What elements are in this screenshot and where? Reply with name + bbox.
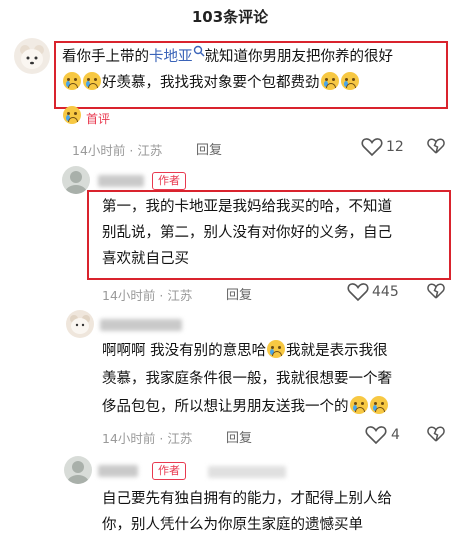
bear-avatar-icon <box>70 315 90 334</box>
comment-text: 侈品包包，所以想让男朋友送我一个的 <box>102 394 389 420</box>
heart-icon[interactable] <box>347 282 369 302</box>
user-avatar-icon <box>65 171 87 194</box>
reply-button[interactable]: 回复 <box>196 139 222 158</box>
reply-button[interactable]: 回复 <box>226 284 252 303</box>
dislike-icon[interactable] <box>427 282 445 300</box>
comments-title: 103条评论 <box>191 8 269 26</box>
comment-time-location: 14小时前 · 江苏 <box>102 288 193 303</box>
bear-avatar-icon <box>20 45 44 69</box>
crying-emoji-icon <box>369 396 388 414</box>
comment-text-part: 好羡慕，我找我对象要个包都费劲 <box>102 75 320 91</box>
comment-text-part: 我就是表示我很 <box>286 343 388 359</box>
comment-text-part: 就知道你男朋友把你养的很好 <box>204 49 394 65</box>
username-blurred[interactable] <box>98 175 144 187</box>
crying-emoji-icon <box>63 106 81 124</box>
heart-icon[interactable] <box>361 137 383 157</box>
first-comment-badge: 首评 <box>86 112 111 126</box>
crying-emoji-icon <box>63 72 81 90</box>
avatar[interactable] <box>14 38 50 74</box>
avatar[interactable] <box>66 310 94 338</box>
comment-text: 自己要先有独自拥有的能力，才配得上别人给 <box>102 491 392 507</box>
username-blurred-extra <box>208 466 286 478</box>
username-blurred[interactable] <box>98 465 138 477</box>
like-count: 445 <box>372 284 399 300</box>
heart-icon[interactable] <box>365 425 387 445</box>
comment-text: 羡慕，我家庭条件很一般，我就很想要一个奢 <box>102 371 392 387</box>
avatar[interactable] <box>64 456 92 484</box>
comment-text: 别乱说，第二，别人没有对你好的义务，自己 <box>102 225 392 241</box>
crying-emoji-icon <box>83 72 101 90</box>
author-badge: 作者 <box>152 462 186 480</box>
user-avatar-icon <box>67 461 89 484</box>
comment-text: 啊啊啊 我没有别的意思哈 我就是表示我很 <box>102 338 388 364</box>
crying-emoji-icon <box>349 396 368 414</box>
dislike-icon[interactable] <box>427 425 445 443</box>
author-badge: 作者 <box>152 172 186 190</box>
comment-time-location: 14小时前 · 江苏 <box>102 431 193 446</box>
comment-text: 喜欢就自己买 <box>102 251 189 267</box>
crying-emoji-icon <box>320 72 339 90</box>
username-blurred[interactable] <box>100 319 182 331</box>
reply-button[interactable]: 回复 <box>226 427 252 446</box>
avatar[interactable] <box>62 166 90 194</box>
dislike-icon[interactable] <box>427 137 445 155</box>
comment-text-part: 侈品包包，所以想让男朋友送我一个的 <box>102 399 349 415</box>
comment-emoji-line <box>62 104 82 130</box>
crying-emoji-icon <box>340 72 359 90</box>
like-count: 12 <box>386 139 404 155</box>
comment-text-line2-content: 好羡慕，我找我对象要个包都费劲 <box>62 70 442 96</box>
comment-text: 第一，我的卡地亚是我妈给我买的哈，不知道 <box>102 199 392 215</box>
comment-time-location: 14小时前 · 江苏 <box>72 143 163 158</box>
comment-text-part: 啊啊啊 我没有别的意思哈 <box>102 343 267 359</box>
crying-emoji-icon <box>267 340 286 358</box>
cartier-link[interactable]: 卡地亚 <box>149 49 193 65</box>
search-icon[interactable] <box>193 45 205 57</box>
comment-text: 看你手上带的卡地亚 就知道你男朋友把你养的很好 <box>62 44 442 70</box>
comment-text: 你，别人凭什么为你原生家庭的遗憾买单 <box>102 517 363 533</box>
like-count: 4 <box>391 427 400 443</box>
comment-text-part: 看你手上带的 <box>62 49 149 65</box>
